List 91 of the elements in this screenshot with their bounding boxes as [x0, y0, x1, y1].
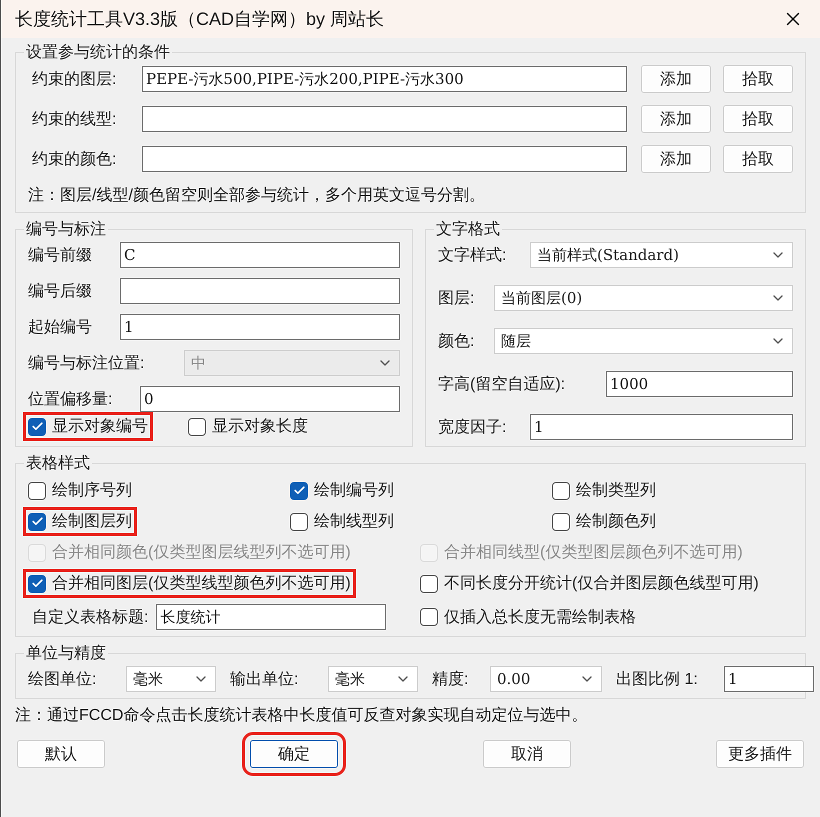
- checkbox-label: 绘制图层列: [52, 512, 132, 532]
- checkbox[interactable]: [420, 608, 438, 626]
- field-label: 输出单位:: [230, 670, 300, 690]
- add-button[interactable]: 添加: [641, 65, 711, 93]
- dropdown[interactable]: 当前图层(0): [494, 285, 793, 311]
- checkbox[interactable]: [28, 574, 46, 592]
- checkbox[interactable]: [290, 482, 308, 500]
- input-field[interactable]: PEPE-污水500,PIPE-污水200,PIPE-污水300: [142, 66, 627, 92]
- group-title: 设置参与统计的条件: [25, 42, 171, 63]
- checkbox-option[interactable]: 绘制编号列: [285, 476, 399, 505]
- dropdown[interactable]: 毫米: [126, 666, 216, 692]
- input-field[interactable]: 长度统计: [156, 604, 386, 630]
- checkbox[interactable]: [552, 482, 570, 500]
- field-label: 精度:: [432, 670, 470, 690]
- check-icon: [30, 515, 44, 528]
- field-label: 起始编号: [28, 318, 93, 338]
- field-label: 约束的图层:: [31, 70, 118, 90]
- checkbox-label: 合并相同线型(仅类型图层颜色列不选可用): [444, 542, 743, 563]
- checkbox-option[interactable]: 不同长度分开统计(仅合并图层颜色线型可用): [415, 569, 764, 598]
- field-label: 颜色:: [438, 332, 476, 352]
- checkbox-label: 显示对象编号: [52, 416, 148, 437]
- dialog-button[interactable]: 默认: [17, 740, 105, 768]
- input-field[interactable]: 1: [530, 414, 793, 440]
- checkbox-label: 绘制线型列: [314, 512, 394, 532]
- checkbox-label: 仅插入总长度无需绘制表格: [444, 608, 636, 628]
- checkbox-option[interactable]: 显示对象编号: [23, 412, 153, 441]
- pick-button[interactable]: 拾取: [723, 65, 793, 93]
- field-label: 约束的颜色:: [31, 150, 118, 170]
- checkbox[interactable]: [28, 418, 46, 436]
- checkbox[interactable]: [28, 512, 46, 530]
- add-button[interactable]: 添加: [641, 105, 711, 133]
- checkbox[interactable]: [552, 512, 570, 530]
- checkbox-label: 绘制序号列: [52, 480, 132, 501]
- field-label: 约束的线型:: [31, 110, 118, 130]
- checkbox-option[interactable]: 绘制序号列: [23, 476, 137, 505]
- pick-button[interactable]: 拾取: [723, 145, 793, 173]
- check-icon: [292, 484, 306, 497]
- checkbox-label: 合并相同图层(仅类型线型颜色列不选可用): [52, 574, 351, 594]
- checkbox-label: 绘制颜色列: [576, 512, 656, 532]
- field-label: 编号与标注位置:: [28, 354, 146, 374]
- dialog-button[interactable]: 取消: [483, 740, 571, 768]
- field-label: 编号后缀: [28, 282, 93, 302]
- checkbox[interactable]: [290, 512, 308, 530]
- checkbox-option[interactable]: 仅插入总长度无需绘制表格: [415, 600, 641, 634]
- checkbox[interactable]: [188, 418, 206, 436]
- group-title: 编号与标注: [25, 220, 107, 240]
- field-label: 字高(留空自适应):: [438, 374, 566, 394]
- input-field[interactable]: C: [120, 242, 400, 268]
- checkbox[interactable]: [28, 482, 46, 500]
- group-title: 文字格式: [435, 220, 501, 240]
- checkbox-option[interactable]: 绘制图层列: [23, 507, 137, 536]
- field-label: 文字样式:: [438, 246, 508, 266]
- check-icon: [30, 420, 44, 433]
- field-label: 出图比例 1:: [616, 670, 699, 690]
- field-label: 宽度因子:: [438, 418, 508, 438]
- checkbox-label: 显示对象长度: [212, 416, 308, 437]
- checkbox-label: 绘制编号列: [314, 480, 394, 501]
- dropdown[interactable]: 当前样式(Standard): [530, 242, 793, 268]
- checkbox-option[interactable]: 显示对象长度: [183, 412, 313, 441]
- checkbox-option[interactable]: 绘制类型列: [547, 476, 661, 505]
- checkbox-label: 合并相同颜色(仅类型图层线型列不选可用): [52, 542, 351, 563]
- checkbox-label: 绘制类型列: [576, 480, 656, 501]
- add-button[interactable]: 添加: [641, 145, 711, 173]
- dialog-button[interactable]: 更多插件: [716, 740, 804, 768]
- checkbox-option[interactable]: 绘制线型列: [285, 507, 399, 536]
- dropdown[interactable]: 随层: [494, 328, 793, 354]
- dropdown[interactable]: 0.00: [490, 666, 602, 692]
- input-field[interactable]: 1000: [606, 371, 793, 397]
- window-title: 长度统计工具V3.3版（CAD自学网）by 周站长: [15, 8, 384, 31]
- checkbox[interactable]: [420, 574, 438, 592]
- input-field[interactable]: 1: [120, 314, 400, 340]
- field-label: 编号前缀: [28, 246, 93, 266]
- field-label: 自定义表格标题:: [32, 608, 148, 628]
- field-label: 位置偏移量:: [28, 390, 114, 410]
- pick-button[interactable]: 拾取: [723, 105, 793, 133]
- input-field[interactable]: [142, 106, 627, 132]
- group-title: 表格样式: [25, 454, 91, 474]
- checkbox-option[interactable]: 绘制颜色列: [547, 507, 661, 536]
- dropdown[interactable]: 毫米: [328, 666, 418, 692]
- checkbox-label: 不同长度分开统计(仅合并图层颜色线型可用): [444, 574, 759, 594]
- checkbox-option[interactable]: 合并相同图层(仅类型线型颜色列不选可用): [23, 569, 356, 598]
- field-label: 绘图单位:: [28, 670, 98, 690]
- check-icon: [30, 577, 44, 590]
- field-label: 图层:: [438, 288, 476, 308]
- group-title: 单位与精度: [25, 644, 107, 664]
- input-field[interactable]: [120, 278, 400, 304]
- note-text: 注：通过FCCD命令点击长度统计表格中长度值可反查对象实现自动定位与选中。: [15, 706, 588, 726]
- input-field[interactable]: 1: [724, 666, 814, 692]
- input-field[interactable]: [142, 146, 627, 172]
- input-field[interactable]: 0: [140, 386, 400, 412]
- note-text: 注：图层/线型/颜色留空则全部参与统计，多个用英文逗号分割。: [28, 186, 486, 206]
